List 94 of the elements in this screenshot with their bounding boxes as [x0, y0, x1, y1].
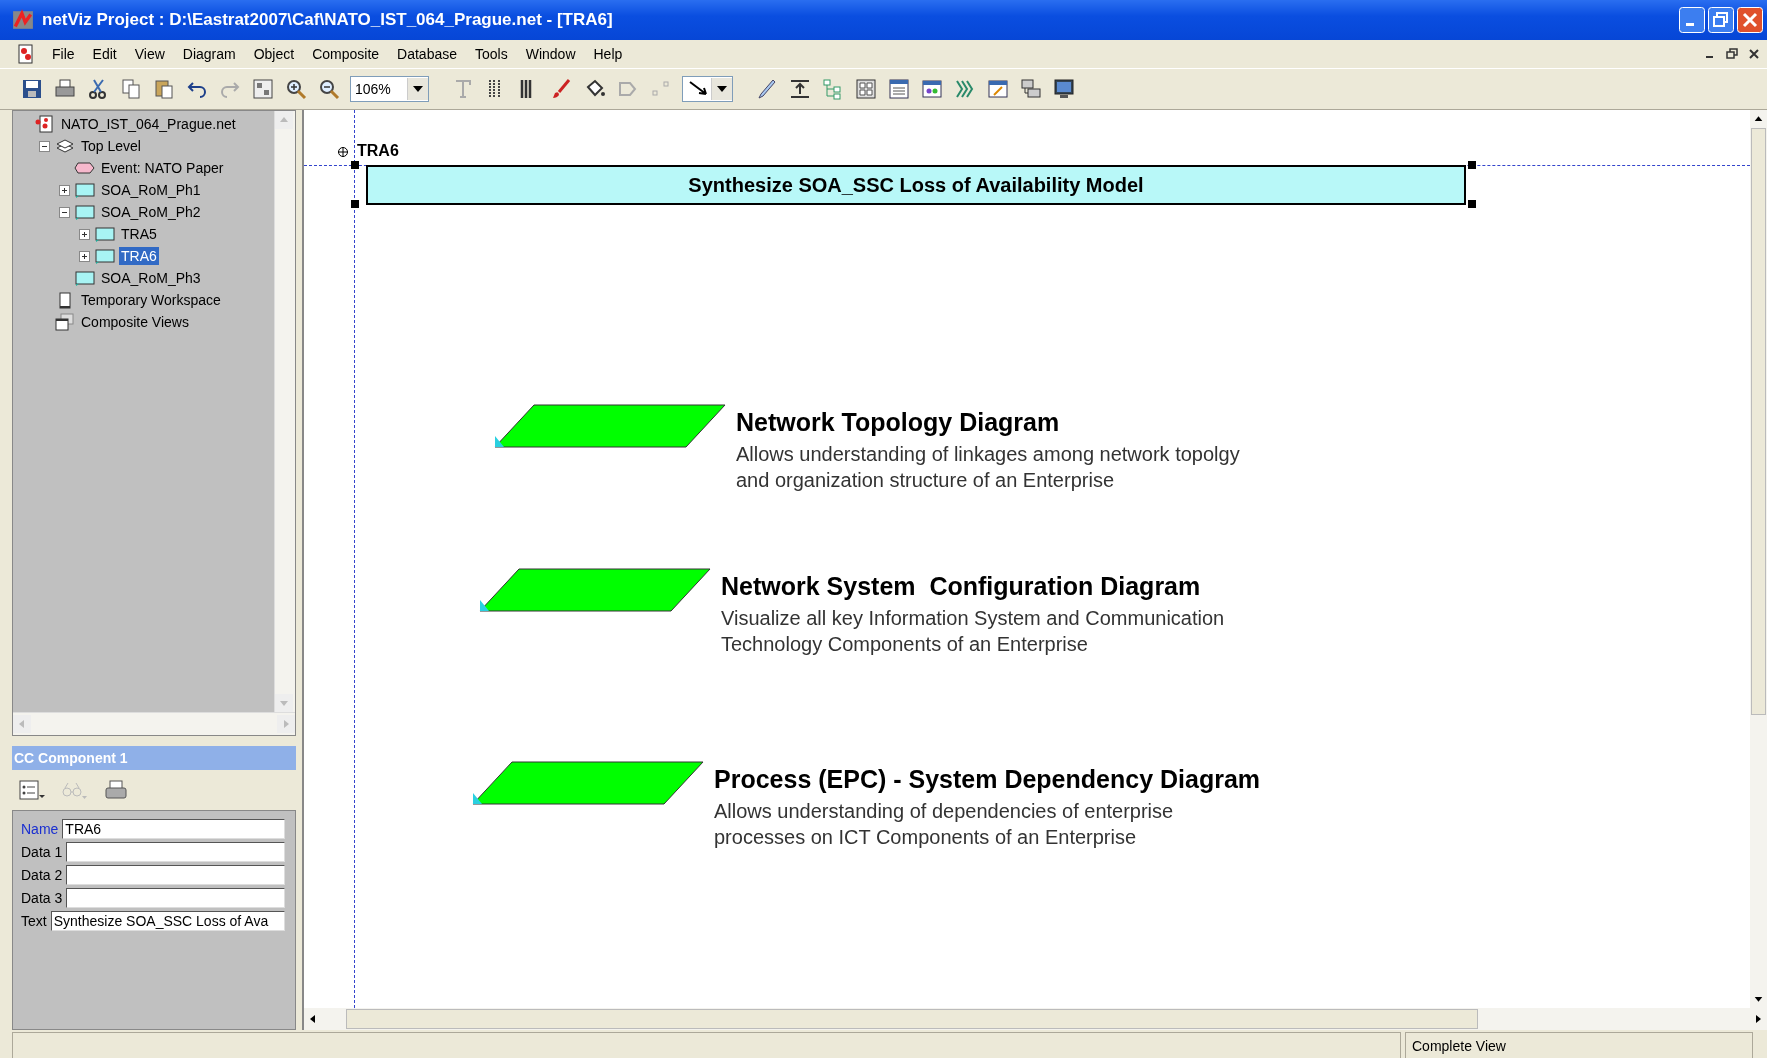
node-description: Allows understanding of linkages among network topolgy [736, 442, 1240, 467]
input-field[interactable] [66, 865, 285, 885]
diagram-icon [94, 247, 116, 265]
zoom-out-icon[interactable] [317, 77, 341, 101]
diagram-icon [94, 225, 116, 243]
paste-icon[interactable] [152, 77, 176, 101]
tree-item[interactable]: Top Level [79, 137, 143, 155]
menu-item[interactable]: Window [517, 44, 584, 64]
input-field[interactable] [66, 842, 285, 862]
zoom-dropdown[interactable]: 106% [350, 76, 429, 102]
grid-icon[interactable] [854, 77, 878, 101]
copy-icon[interactable] [119, 77, 143, 101]
zoom-in-icon[interactable] [284, 77, 308, 101]
field-label: Name [21, 821, 59, 837]
menu-item[interactable]: File [44, 44, 83, 64]
list-icon[interactable] [18, 779, 46, 801]
menu-item[interactable]: Help [585, 44, 631, 64]
tree-item[interactable]: SOA_RoM_Ph3 [99, 269, 203, 287]
canvas-horizontal-scrollbar[interactable] [304, 1008, 1767, 1030]
document-icon[interactable] [16, 44, 36, 64]
tree-item[interactable]: Event: NATO Paper [99, 159, 226, 177]
parallelogram-node[interactable] [494, 404, 726, 448]
input-field[interactable]: TRA6 [62, 819, 285, 839]
node-description: Technology Components of an Enterprise [721, 632, 1089, 657]
status-text: Complete View [1405, 1032, 1753, 1058]
list-icon[interactable] [887, 77, 911, 101]
panel-header: CC Component 1 [12, 746, 296, 770]
diagram-label: TRA6 [357, 142, 399, 160]
tree-item[interactable]: SOA_RoM_Ph2 [99, 203, 203, 221]
menu-item[interactable]: View [126, 44, 173, 64]
tree-item[interactable]: TRA5 [119, 225, 159, 243]
node-title: Network System Configuration Diagram [721, 572, 1202, 601]
field-label: Text [21, 913, 47, 929]
diagram-icon [74, 269, 96, 287]
parallelogram-node[interactable] [472, 761, 704, 805]
diagram-icon [74, 203, 96, 221]
menu-item[interactable]: Object [245, 44, 303, 64]
diagram-node[interactable]: Synthesize SOA_SSC Loss of Availability Model [366, 165, 1466, 205]
project-icon [34, 115, 56, 133]
close-button[interactable] [1737, 7, 1763, 33]
pointer-dropdown[interactable] [682, 76, 733, 102]
tree-item[interactable]: TRA6 [119, 247, 159, 265]
restore-button[interactable] [1708, 7, 1734, 33]
window-title: netViz Project : D:\Eastrat2007\Caf\NATO_IST_064_Prague.net - [TRA6] [42, 10, 613, 30]
layers-icon [54, 137, 76, 155]
save-icon[interactable] [20, 77, 44, 101]
canvas-scrollbar[interactable] [1750, 110, 1767, 1008]
menu-item[interactable]: Tools [467, 44, 516, 64]
tree-item[interactable]: Composite Views [79, 313, 191, 331]
close-icon[interactable] [1747, 47, 1761, 61]
node-description: Visualize all key Information System and Communication [721, 606, 1225, 631]
menu-item[interactable]: Diagram [174, 44, 244, 64]
minimize-button[interactable] [1679, 7, 1705, 33]
node-title: Network Topology Diagram [736, 408, 1061, 437]
fit-icon[interactable] [251, 77, 275, 101]
tree-item[interactable]: NATO_IST_064_Prague.net [59, 115, 238, 133]
align-icon[interactable] [788, 77, 812, 101]
node-description: and organization structure of an Enterprise [736, 468, 1115, 493]
selection-handle[interactable] [1468, 200, 1476, 208]
collapse-toggle[interactable] [58, 206, 70, 218]
dropdown-arrow-icon [413, 86, 423, 92]
palette-icon[interactable] [920, 77, 944, 101]
node-description: Allows understanding of dependencies of enterprise [714, 799, 1175, 824]
expand-toggle[interactable] [78, 250, 90, 262]
menu-item[interactable]: Edit [84, 44, 125, 64]
print-icon[interactable] [102, 779, 130, 801]
network-icon[interactable] [1019, 77, 1043, 101]
event-icon [74, 159, 96, 177]
crosshair-icon [337, 146, 349, 158]
tree-item[interactable]: SOA_RoM_Ph1 [99, 181, 203, 199]
node-description: processes on ICT Components of an Enterprise [714, 825, 1138, 850]
dropdown-arrow-icon [717, 86, 727, 92]
tree-item[interactable]: Temporary Workspace [79, 291, 223, 309]
menu-item[interactable]: Database [389, 44, 465, 64]
field-label: Data 1 [21, 844, 63, 860]
expand-toggle[interactable] [58, 184, 70, 196]
input-field[interactable] [66, 888, 285, 908]
monitor-icon[interactable] [1052, 77, 1076, 101]
input-field[interactable]: Synthesize SOA_SSC Loss of Ava [50, 911, 285, 931]
composite-icon [54, 313, 76, 331]
app-icon [12, 9, 34, 31]
diagram-icon [74, 181, 96, 199]
expand-toggle[interactable] [78, 228, 90, 240]
edit-icon[interactable] [986, 77, 1010, 101]
selection-handle[interactable] [1468, 161, 1476, 169]
parallelogram-node[interactable] [479, 568, 711, 612]
menu-item[interactable]: Composite [304, 44, 388, 64]
field-label: Data 3 [21, 890, 63, 906]
selection-handle[interactable] [351, 161, 359, 169]
restore-icon[interactable] [1725, 47, 1739, 61]
node-title: Process (EPC) - System Dependency Diagram [714, 765, 1261, 794]
selection-handle[interactable] [351, 200, 359, 208]
collapse-toggle[interactable] [38, 140, 50, 152]
field-label: Data 2 [21, 867, 63, 883]
